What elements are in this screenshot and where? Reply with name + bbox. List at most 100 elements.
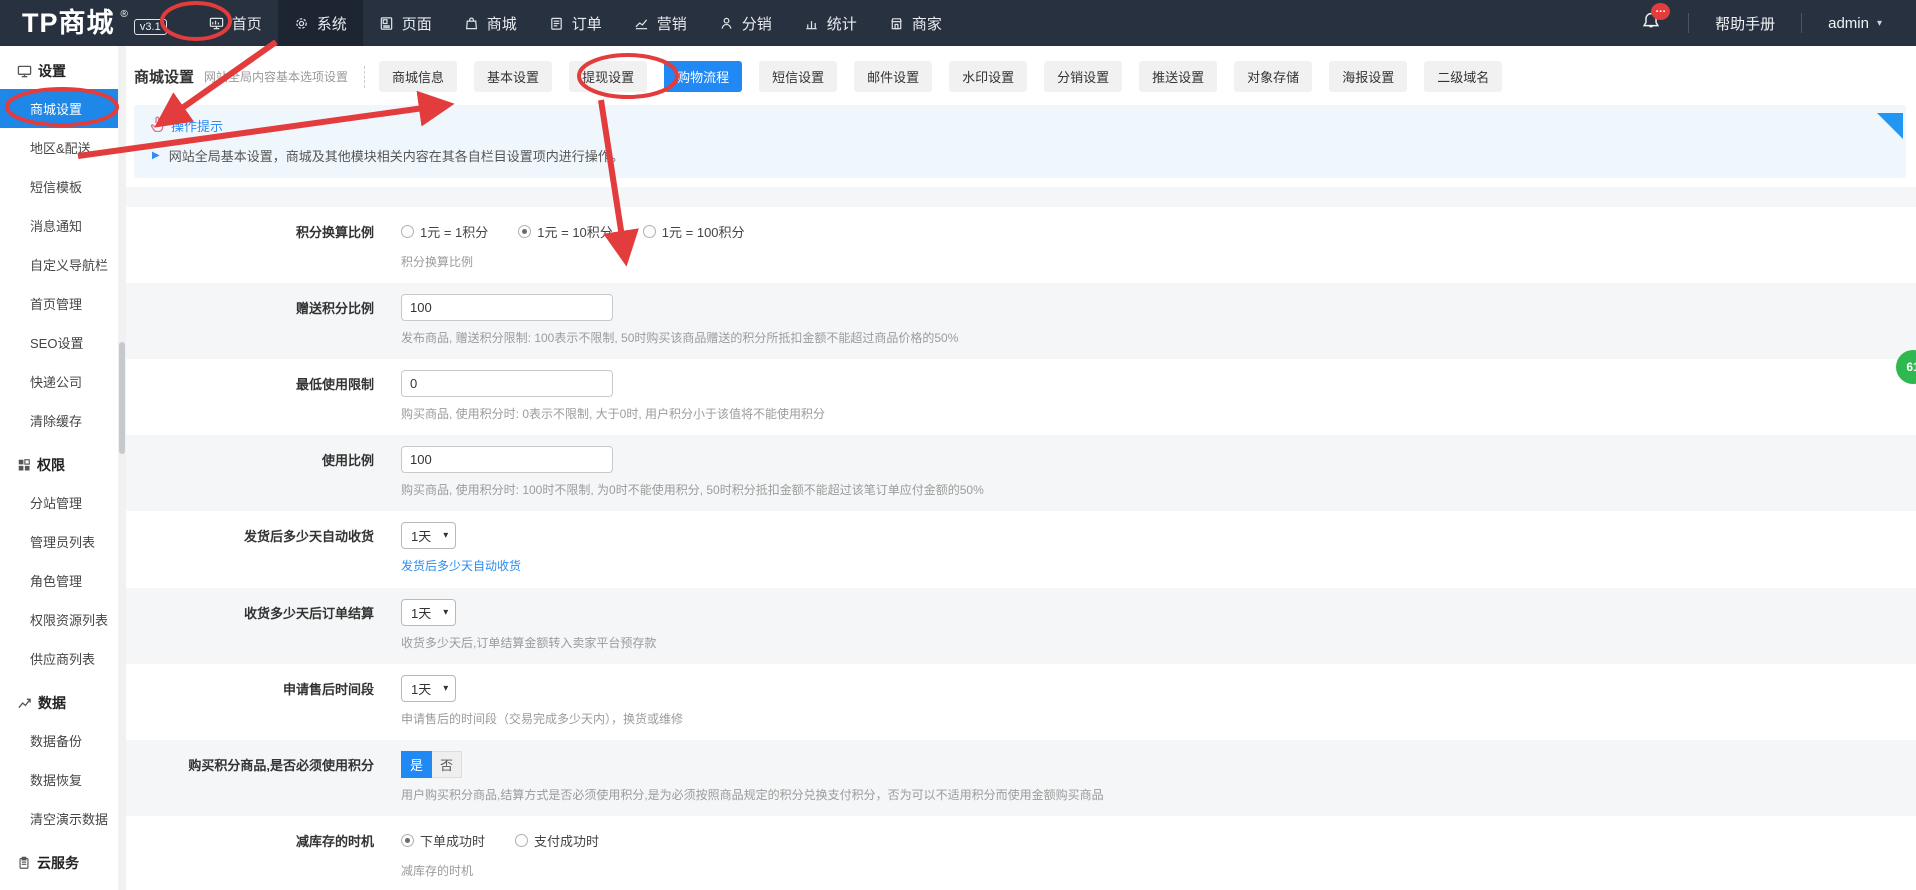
tab-push-settings[interactable]: 推送设置 bbox=[1139, 61, 1218, 92]
tab-object-storage[interactable]: 对象存储 bbox=[1234, 61, 1313, 92]
collapse-corner-toggle[interactable] bbox=[1877, 113, 1903, 139]
tip-body-row: ▶ 网站全局基本设置，商城及其他模块相关内容在其各自栏目设置项内进行操作。 bbox=[150, 146, 1890, 165]
user-menu[interactable]: admin ▾ bbox=[1802, 15, 1888, 32]
tab-subdomain[interactable]: 二级域名 bbox=[1424, 61, 1503, 92]
divider bbox=[364, 65, 366, 88]
nav-item-statistics[interactable]: 统计 bbox=[788, 0, 873, 46]
nav-item-distribution[interactable]: 分销 bbox=[703, 0, 788, 46]
field-label: 赠送积分比例 bbox=[295, 301, 374, 316]
sidebar-item-clear-demo-data[interactable]: 清空演示数据 bbox=[0, 799, 118, 838]
gear-icon bbox=[294, 16, 309, 31]
help-manual-link[interactable]: 帮助手册 bbox=[1689, 13, 1801, 34]
sidebar-section-data: 数据 bbox=[0, 678, 118, 721]
sidebar-item-role-manage[interactable]: 角色管理 bbox=[0, 561, 118, 600]
nav-item-home[interactable]: 首页 bbox=[193, 0, 278, 46]
radio-checked-icon[interactable] bbox=[518, 225, 532, 238]
form-row-gift-points: 赠送积分比例 发布商品, 赠送积分限制: 100表示不限制, 50时购买该商品赠… bbox=[126, 283, 1916, 359]
tab-mall-info[interactable]: 商城信息 bbox=[379, 61, 458, 92]
radio-option-1yuan-1point[interactable]: 1元 = 1积分 bbox=[401, 222, 488, 241]
nav-item-marketing[interactable]: 营销 bbox=[618, 0, 703, 46]
sidebar-item-custom-nav[interactable]: 自定义导航栏 bbox=[0, 245, 118, 284]
sidebar-section-cloud: 云服务 bbox=[0, 838, 118, 881]
sidebar-item-data-restore[interactable]: 数据恢复 bbox=[0, 760, 118, 799]
tab-shopping-process[interactable]: 购物流程 bbox=[664, 61, 743, 92]
nav-item-merchant[interactable]: 商家 bbox=[873, 0, 958, 46]
sidebar-item-plugin-library[interactable]: 插件库 bbox=[0, 881, 118, 890]
auto-receive-days-select[interactable]: 1天 ▾ bbox=[401, 522, 457, 549]
settle-days-select[interactable]: 1天 ▾ bbox=[401, 599, 457, 626]
version-badge: v3.1 bbox=[133, 19, 167, 35]
bar-chart-icon bbox=[804, 16, 819, 31]
scrollbar-thumb[interactable] bbox=[119, 342, 125, 454]
nav-label: 商城 bbox=[486, 15, 517, 33]
radio-option-on-payment-success[interactable]: 支付成功时 bbox=[515, 831, 599, 850]
field-helper: 用户购买积分商品,结算方式是否必须使用积分,是为必须按照商品规定的积分兑换支付积… bbox=[401, 788, 1104, 802]
sidebar-item-clear-cache[interactable]: 清除缓存 bbox=[0, 401, 118, 440]
nav-item-system[interactable]: 系统 bbox=[277, 0, 363, 46]
sidebar-item-express-company[interactable]: 快递公司 bbox=[0, 362, 118, 401]
toggle-no-button[interactable]: 否 bbox=[432, 751, 463, 778]
tab-withdraw-settings[interactable]: 提现设置 bbox=[569, 61, 648, 92]
notifications-button[interactable]: … bbox=[1640, 2, 1671, 37]
field-label: 使用比例 bbox=[321, 453, 374, 468]
nav-item-mall[interactable]: 商城 bbox=[448, 0, 533, 46]
nav-label: 页面 bbox=[401, 15, 432, 33]
trend-chart-icon bbox=[634, 16, 649, 31]
tab-sms-settings[interactable]: 短信设置 bbox=[759, 61, 838, 92]
tip-text: 网站全局基本设置，商城及其他模块相关内容在其各自栏目设置项内进行操作。 bbox=[168, 149, 624, 164]
sidebar-item-data-backup[interactable]: 数据备份 bbox=[0, 721, 118, 760]
nav-item-pages[interactable]: 页面 bbox=[363, 0, 448, 46]
sidebar-item-message-notify[interactable]: 消息通知 bbox=[0, 206, 118, 245]
radio-icon[interactable] bbox=[642, 225, 656, 238]
monitor-icon bbox=[17, 64, 32, 79]
page-icon bbox=[379, 16, 394, 31]
sidebar-item-permission-list[interactable]: 权限资源列表 bbox=[0, 600, 118, 639]
tip-box: 操作提示 ▶ 网站全局基本设置，商城及其他模块相关内容在其各自栏目设置项内进行操… bbox=[134, 105, 1906, 178]
main-area: 设置 商城设置 地区&配送 短信模板 消息通知 自定义导航栏 首页管理 SEO设… bbox=[0, 46, 1916, 890]
nav-label: 统计 bbox=[826, 15, 857, 33]
form-row-auto-receive-days: 发货后多少天自动收货 1天 ▾ 发货后多少天自动收货 bbox=[126, 511, 1916, 588]
radio-checked-icon[interactable] bbox=[401, 834, 414, 847]
tab-poster-settings[interactable]: 海报设置 bbox=[1329, 61, 1408, 92]
sidebar-item-mall-settings[interactable]: 商城设置 bbox=[0, 89, 118, 128]
auto-receive-days-link[interactable]: 发货后多少天自动收货 bbox=[401, 557, 521, 574]
must-use-points-toggle: 是 否 bbox=[401, 751, 463, 778]
page-subtitle: 网站全局内容基本选项设置 bbox=[204, 70, 349, 84]
tab-basic-settings[interactable]: 基本设置 bbox=[474, 61, 553, 92]
dashboard-icon bbox=[209, 16, 224, 31]
page-title: 商城设置 bbox=[134, 69, 195, 86]
sidebar-item-admin-list[interactable]: 管理员列表 bbox=[0, 522, 118, 561]
tip-title: 操作提示 bbox=[171, 119, 224, 134]
sidebar-item-region-delivery[interactable]: 地区&配送 bbox=[0, 128, 118, 167]
line-chart-icon bbox=[17, 696, 32, 711]
nav-label: 订单 bbox=[571, 15, 602, 33]
tab-distribution-settings[interactable]: 分销设置 bbox=[1044, 61, 1123, 92]
sidebar-item-home-manage[interactable]: 首页管理 bbox=[0, 284, 118, 323]
form-row-points-ratio: 积分换算比例 1元 = 1积分 1元 = 10积分 1元 = 100积分 积分换… bbox=[126, 207, 1916, 283]
gift-points-input[interactable] bbox=[401, 294, 613, 321]
radio-icon[interactable] bbox=[515, 834, 529, 847]
topbar-right: … 帮助手册 admin ▾ bbox=[1640, 2, 1916, 37]
radio-icon[interactable] bbox=[401, 225, 414, 238]
nav-label: 首页 bbox=[231, 15, 262, 33]
min-use-limit-input[interactable] bbox=[401, 370, 613, 397]
aftersale-period-select[interactable]: 1天 ▾ bbox=[401, 675, 457, 702]
sidebar-item-substation[interactable]: 分站管理 bbox=[0, 483, 118, 522]
toggle-yes-button[interactable]: 是 bbox=[401, 751, 433, 778]
use-ratio-input[interactable] bbox=[401, 446, 613, 473]
nav-item-orders[interactable]: 订单 bbox=[533, 0, 618, 46]
sidebar-section-settings: 设置 bbox=[0, 46, 118, 89]
form-row-settle-days: 收货多少天后订单结算 1天 ▾ 收货多少天后,订单结算金额转入卖家平台预存款 bbox=[126, 588, 1916, 664]
radio-option-on-order-success[interactable]: 下单成功时 bbox=[401, 831, 485, 850]
sidebar-item-sms-template[interactable]: 短信模板 bbox=[0, 167, 118, 206]
sidebar-item-supplier-list[interactable]: 供应商列表 bbox=[0, 639, 118, 678]
radio-option-1yuan-10points[interactable]: 1元 = 10积分 bbox=[518, 222, 613, 241]
tab-watermark-settings[interactable]: 水印设置 bbox=[949, 61, 1028, 92]
nav-label: 系统 bbox=[316, 15, 347, 33]
sidebar-item-seo[interactable]: SEO设置 bbox=[0, 323, 118, 362]
sidebar-scrollbar bbox=[118, 46, 126, 890]
tab-email-settings[interactable]: 邮件设置 bbox=[854, 61, 933, 92]
order-list-icon bbox=[549, 16, 564, 31]
radio-option-1yuan-100points[interactable]: 1元 = 100积分 bbox=[642, 222, 745, 241]
content: 商城设置 网站全局内容基本选项设置 商城信息 基本设置 提现设置 购物流程 短信… bbox=[126, 46, 1916, 890]
